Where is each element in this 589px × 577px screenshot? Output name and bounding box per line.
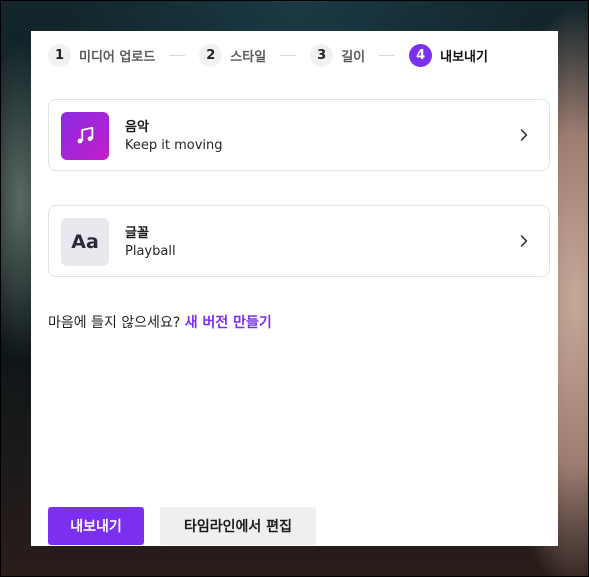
retry-prompt-text: 마음에 들지 않으세요? <box>48 315 181 331</box>
step-label: 미디어 업로드 <box>79 49 156 65</box>
step-number: 2 <box>199 43 223 67</box>
step-number: 4 <box>409 43 433 67</box>
music-card[interactable]: 음악 Keep it moving <box>48 99 550 171</box>
step-upload-media[interactable]: 1 미디어 업로드 <box>48 43 156 67</box>
stepper: 1 미디어 업로드 2 스타일 3 길이 4 내보내기 <box>48 43 548 67</box>
export-panel: 1 미디어 업로드 2 스타일 3 길이 4 내보내기 음악 Keep it m… <box>31 31 558 546</box>
step-number: 3 <box>310 43 334 67</box>
music-card-subtitle: Keep it moving <box>125 138 223 153</box>
step-separator <box>379 54 396 56</box>
step-number: 1 <box>48 43 71 67</box>
font-card[interactable]: Aa 글꼴 Playball <box>48 205 550 277</box>
retry-prompt: 마음에 들지 않으세요? 새 버전 만들기 <box>48 312 272 332</box>
step-separator <box>169 54 186 56</box>
font-card-subtitle: Playball <box>125 244 176 259</box>
step-label: 내보내기 <box>440 49 488 65</box>
new-version-link[interactable]: 새 버전 만들기 <box>185 315 272 331</box>
step-separator <box>280 54 297 56</box>
music-note-icon <box>77 126 94 144</box>
edit-in-timeline-button[interactable]: 타임라인에서 편집 <box>160 507 316 545</box>
step-label: 길이 <box>341 49 366 65</box>
music-card-title: 음악 <box>125 120 149 135</box>
font-card-title: 글꼴 <box>125 226 149 241</box>
music-thumbnail <box>61 112 109 160</box>
step-length[interactable]: 3 길이 <box>310 43 366 67</box>
step-label: 스타일 <box>230 49 267 65</box>
export-button[interactable]: 내보내기 <box>48 507 144 545</box>
step-export[interactable]: 4 내보내기 <box>409 43 488 67</box>
font-thumbnail: Aa <box>61 218 109 266</box>
step-style[interactable]: 2 스타일 <box>199 43 267 67</box>
chevron-right-icon <box>520 129 528 141</box>
chevron-right-icon <box>520 235 528 247</box>
